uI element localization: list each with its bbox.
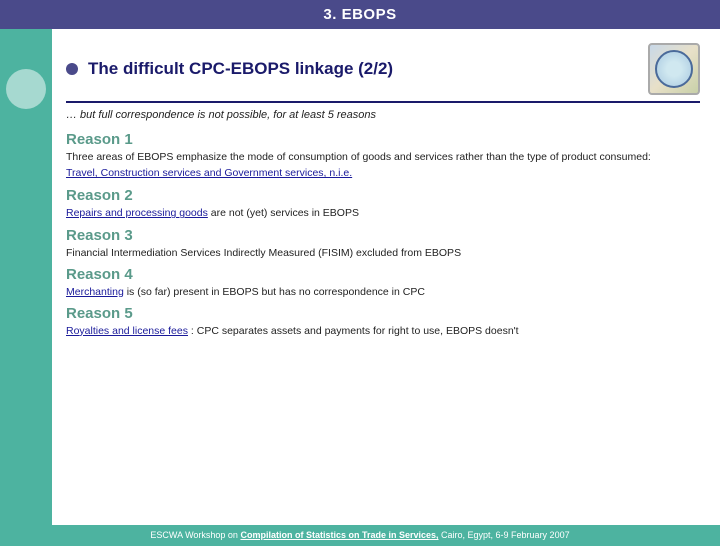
reason3-title: Reason 3 (66, 227, 700, 244)
reason3-body: Financial Intermediation Services Indire… (66, 246, 700, 260)
reason2-links: Repairs and processing goods (66, 207, 208, 219)
reason5-body: Royalties and license fees : CPC separat… (66, 324, 700, 338)
footer-prefix: ESCWA Workshop on (150, 530, 240, 540)
reason2-title: Reason 2 (66, 187, 700, 204)
left-sidebar (0, 29, 52, 525)
slide-title: The difficult CPC-EBOPS linkage (2/2) (88, 59, 648, 79)
reason1-body: Three areas of EBOPS emphasize the mode … (66, 150, 700, 164)
un-logo-inner (655, 50, 693, 88)
reason4-links: Merchanting (66, 286, 124, 298)
slide-content: The difficult CPC-EBOPS linkage (2/2) … … (52, 29, 720, 525)
footer-highlight: Compilation of Statistics on Trade in Se… (240, 530, 438, 540)
footer-suffix: Cairo, Egypt, 6-9 February 2007 (439, 530, 570, 540)
reason5-title: Reason 5 (66, 305, 700, 322)
title-divider (66, 101, 700, 103)
un-logo (648, 43, 700, 95)
sidebar-circle (6, 69, 46, 109)
header-title: 3. EBOPS (323, 6, 396, 23)
slide-title-row: The difficult CPC-EBOPS linkage (2/2) (66, 43, 700, 95)
reason4-body: Merchanting is (so far) present in EBOPS… (66, 285, 700, 299)
intro-text: … but full correspondence is not possibl… (66, 109, 700, 121)
reason1-links: Travel, Construction services and Govern… (66, 166, 700, 180)
main-content: The difficult CPC-EBOPS linkage (2/2) … … (0, 29, 720, 525)
footer: ESCWA Workshop on Compilation of Statist… (0, 525, 720, 546)
reason2-body: Repairs and processing goods are not (ye… (66, 206, 700, 220)
reason4-body-text: is (so far) present in EBOPS but has no … (127, 286, 425, 298)
reason5-body-text: : CPC separates assets and payments for … (191, 325, 519, 337)
bullet-icon (66, 63, 78, 75)
reason1-title: Reason 1 (66, 131, 700, 148)
reason4-title: Reason 4 (66, 266, 700, 283)
reason5-links: Royalties and license fees (66, 325, 188, 337)
page-header: 3. EBOPS (0, 0, 720, 29)
reason2-body-text: are not (yet) services in EBOPS (211, 207, 359, 219)
